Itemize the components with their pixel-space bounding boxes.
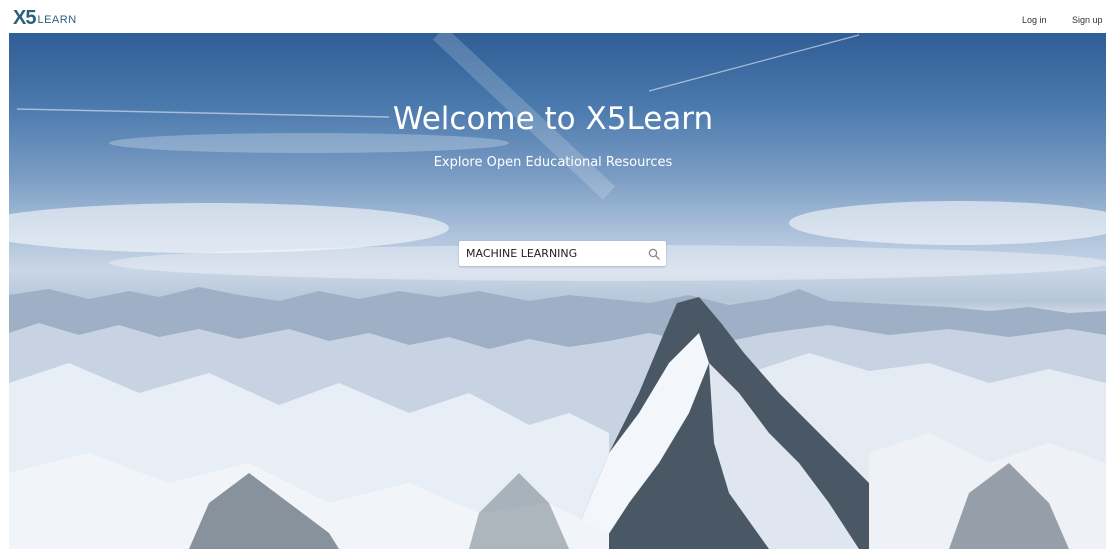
top-bar: X5 LEARN Log in Sign up	[0, 0, 1106, 33]
logo-text: LEARN	[37, 14, 77, 26]
hero-title: Welcome to X5Learn	[392, 101, 714, 137]
search-input[interactable]	[466, 245, 636, 262]
search-icon[interactable]	[648, 248, 660, 260]
hero-banner: Welcome to X5Learn Explore Open Educatio…	[9, 33, 1106, 549]
hero-subtitle: Explore Open Educational Resources	[433, 155, 673, 170]
search-box[interactable]	[459, 241, 666, 266]
logo[interactable]: X5 LEARN	[13, 7, 77, 29]
logo-mark: X5	[13, 7, 36, 29]
signup-link[interactable]: Sign up	[1072, 15, 1103, 25]
login-link[interactable]: Log in	[1022, 15, 1047, 25]
